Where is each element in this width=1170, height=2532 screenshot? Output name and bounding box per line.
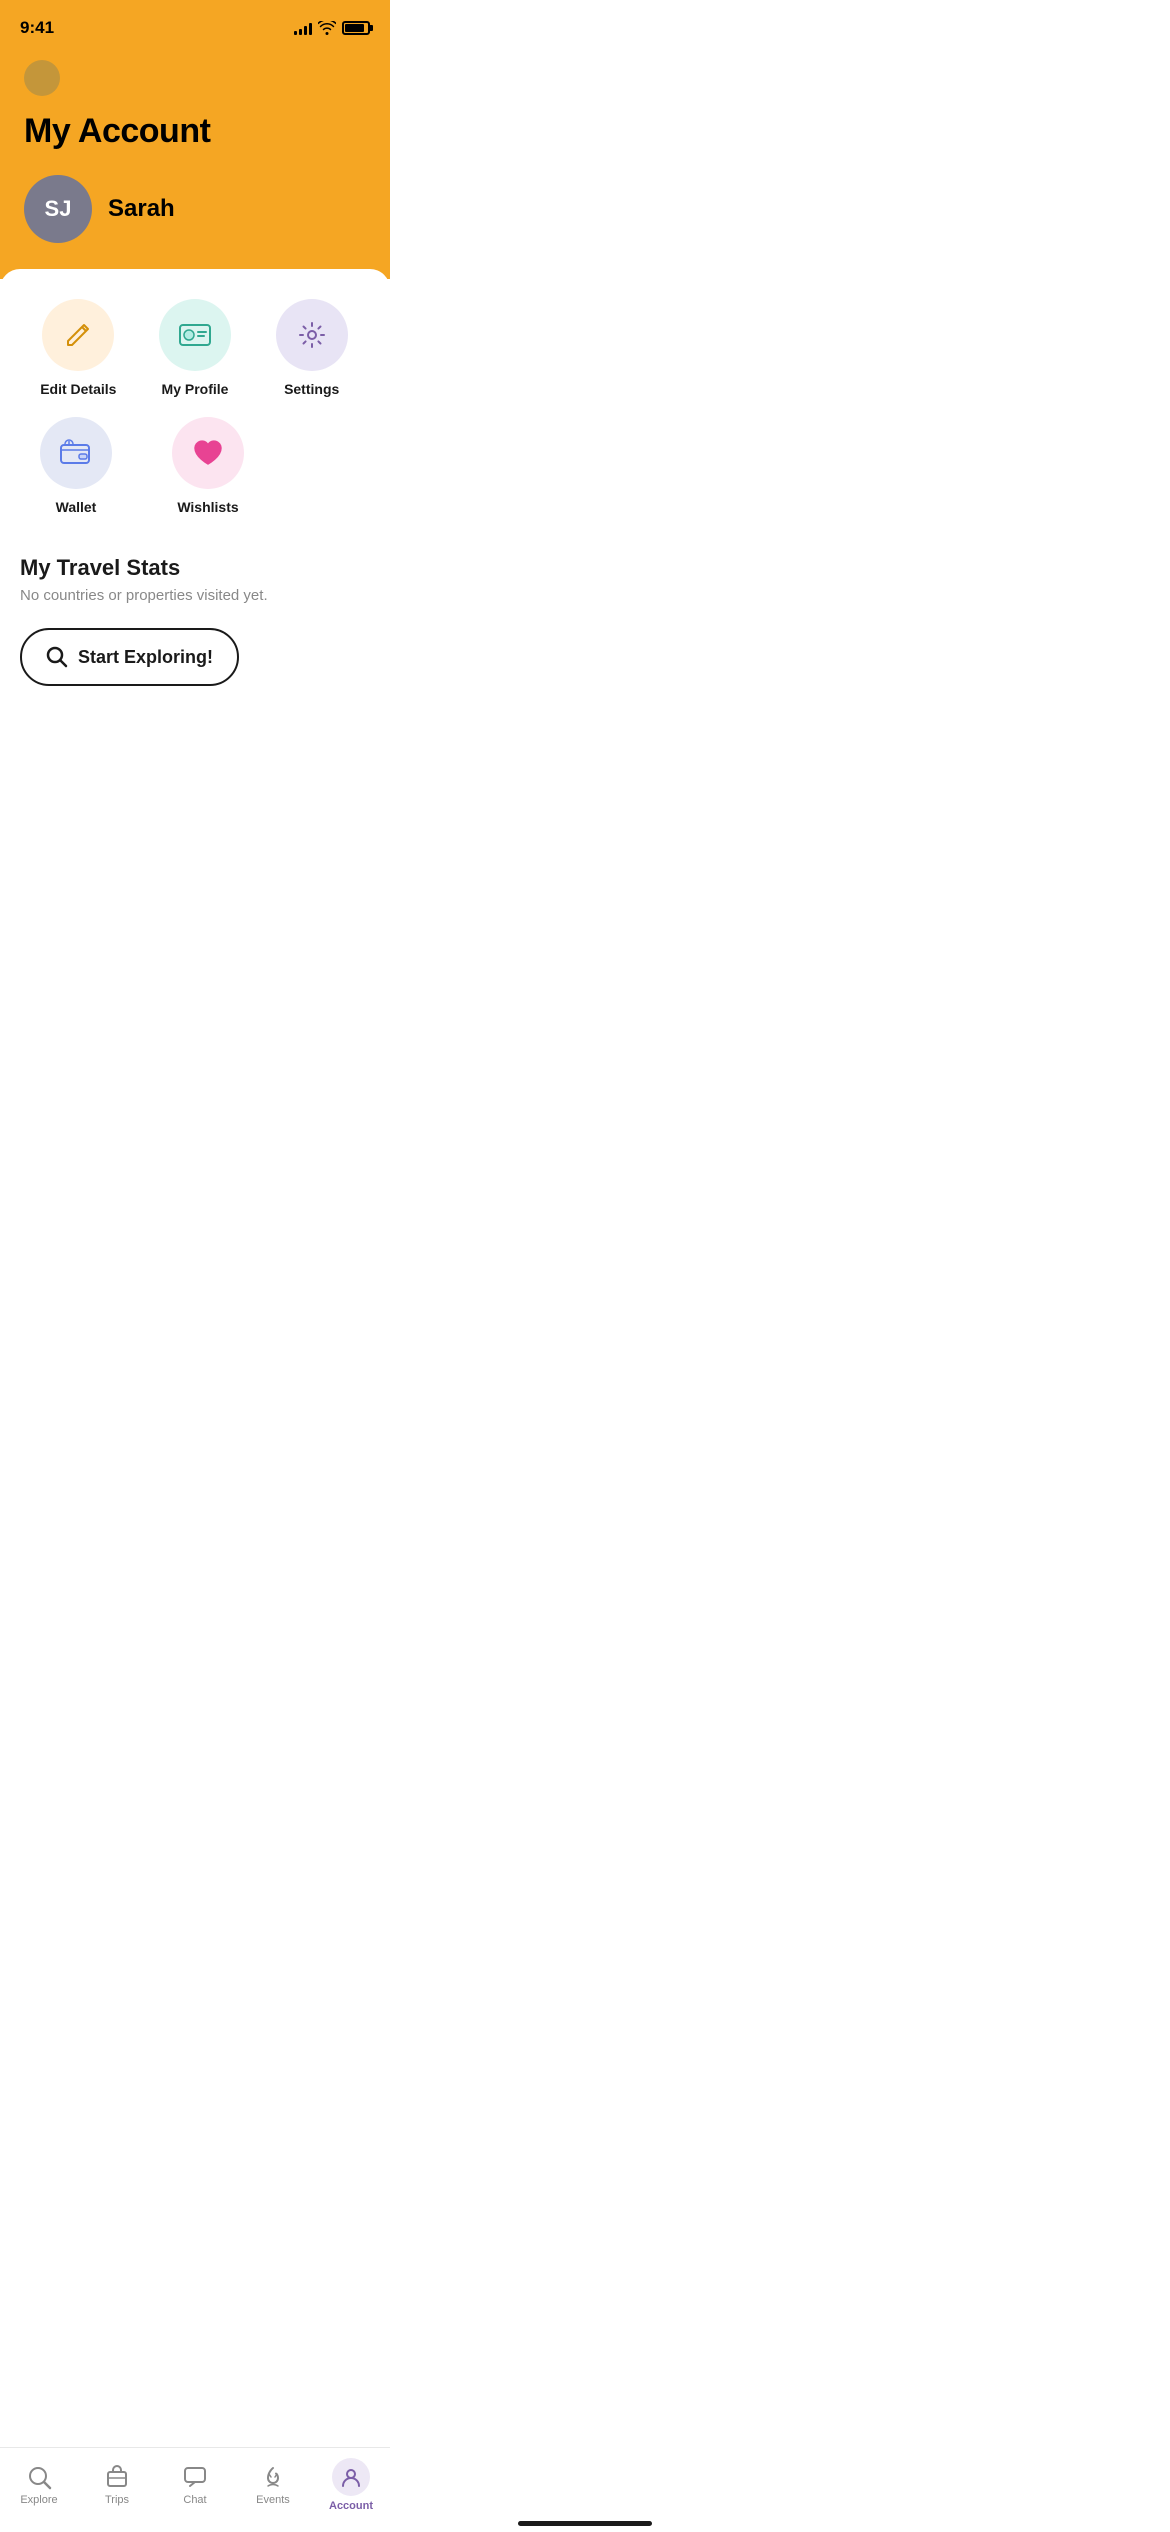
travel-stats-section: My Travel Stats No countries or properti… xyxy=(20,555,370,604)
account-nav-circle xyxy=(332,2458,370,2496)
wifi-icon xyxy=(318,21,336,35)
gear-icon xyxy=(296,319,328,351)
explore-nav-label: Explore xyxy=(20,2494,57,2506)
page-title: My Account xyxy=(24,112,366,151)
wallet-icon-circle xyxy=(40,417,112,489)
home-indicator xyxy=(518,2521,652,2526)
chat-nav-label: Chat xyxy=(183,2494,206,2506)
heart-icon xyxy=(191,437,225,469)
nav-item-explore[interactable]: Explore xyxy=(0,2464,78,2506)
avatar[interactable]: SJ xyxy=(24,175,92,243)
nav-item-events[interactable]: Events xyxy=(234,2464,312,2506)
edit-details-icon-circle xyxy=(42,299,114,371)
edit-details-label: Edit Details xyxy=(40,381,116,397)
start-exploring-button[interactable]: Start Exploring! xyxy=(20,628,239,686)
nav-item-trips[interactable]: Trips xyxy=(78,2464,156,2506)
pencil-icon xyxy=(62,319,94,351)
action-my-profile[interactable]: My Profile xyxy=(137,299,254,397)
main-content: Edit Details My Profile xyxy=(0,269,390,869)
action-wishlists[interactable]: Wishlists xyxy=(172,417,244,515)
action-settings[interactable]: Settings xyxy=(253,299,370,397)
account-nav-label: Account xyxy=(329,2500,373,2512)
my-profile-icon-circle xyxy=(159,299,231,371)
travel-stats-title: My Travel Stats xyxy=(20,555,370,581)
start-exploring-label: Start Exploring! xyxy=(78,647,213,668)
trips-nav-icon xyxy=(104,2464,130,2490)
status-bar: 9:41 xyxy=(0,0,390,50)
wallet-label: Wallet xyxy=(56,499,97,515)
quick-actions-row-2: Wallet Wishlists xyxy=(20,417,370,515)
account-nav-icon xyxy=(340,2466,362,2488)
signal-icon xyxy=(294,21,312,35)
status-icons xyxy=(294,21,370,35)
nav-item-account[interactable]: Account xyxy=(312,2458,390,2512)
travel-stats-subtitle: No countries or properties visited yet. xyxy=(20,587,370,604)
notification-dot xyxy=(24,60,60,96)
wallet-icon xyxy=(59,439,93,467)
user-info: SJ Sarah xyxy=(24,175,366,243)
chat-nav-icon xyxy=(182,2464,208,2490)
my-profile-label: My Profile xyxy=(162,381,229,397)
header-section: My Account SJ Sarah xyxy=(0,50,390,279)
quick-actions-row-1: Edit Details My Profile xyxy=(20,299,370,397)
action-wallet[interactable]: Wallet xyxy=(40,417,112,515)
trips-nav-label: Trips xyxy=(105,2494,129,2506)
user-name: Sarah xyxy=(108,195,175,223)
search-icon xyxy=(46,646,68,668)
action-edit-details[interactable]: Edit Details xyxy=(20,299,137,397)
profile-card-icon xyxy=(178,321,212,349)
nav-item-chat[interactable]: Chat xyxy=(156,2464,234,2506)
explore-nav-icon xyxy=(26,2464,52,2490)
bottom-navigation: Explore Trips Chat Even xyxy=(0,2447,390,2532)
events-nav-icon xyxy=(260,2464,286,2490)
settings-icon-circle xyxy=(276,299,348,371)
battery-icon xyxy=(342,21,370,35)
wishlists-label: Wishlists xyxy=(177,499,238,515)
status-time: 9:41 xyxy=(20,18,54,38)
settings-label: Settings xyxy=(284,381,339,397)
wishlists-icon-circle xyxy=(172,417,244,489)
events-nav-label: Events xyxy=(256,2494,290,2506)
